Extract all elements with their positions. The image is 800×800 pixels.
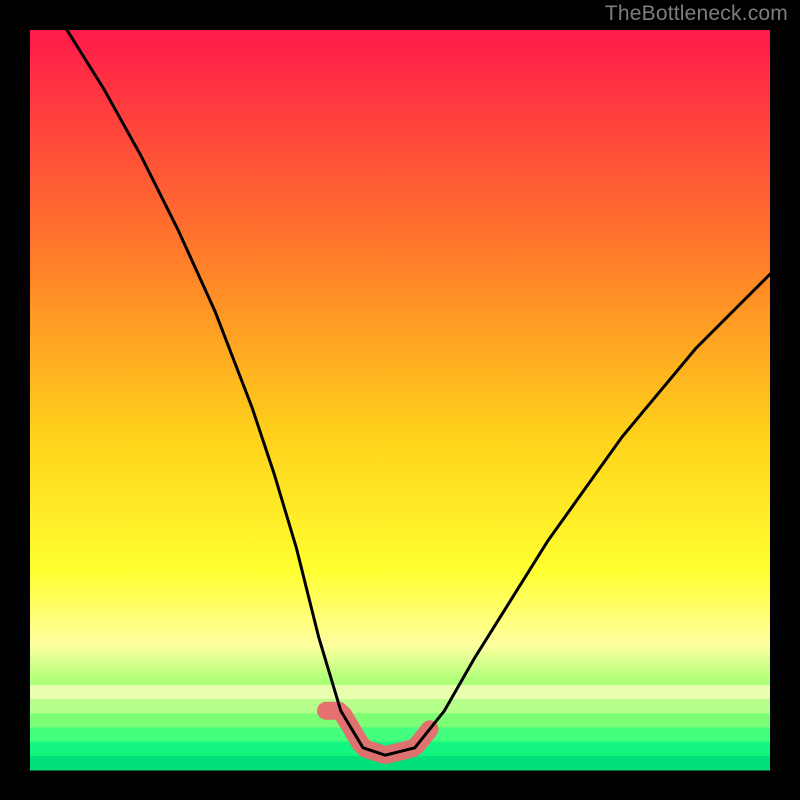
bottleneck-chart [0, 0, 800, 800]
plot-area [30, 30, 770, 770]
watermark-text: TheBottleneck.com [605, 2, 788, 26]
